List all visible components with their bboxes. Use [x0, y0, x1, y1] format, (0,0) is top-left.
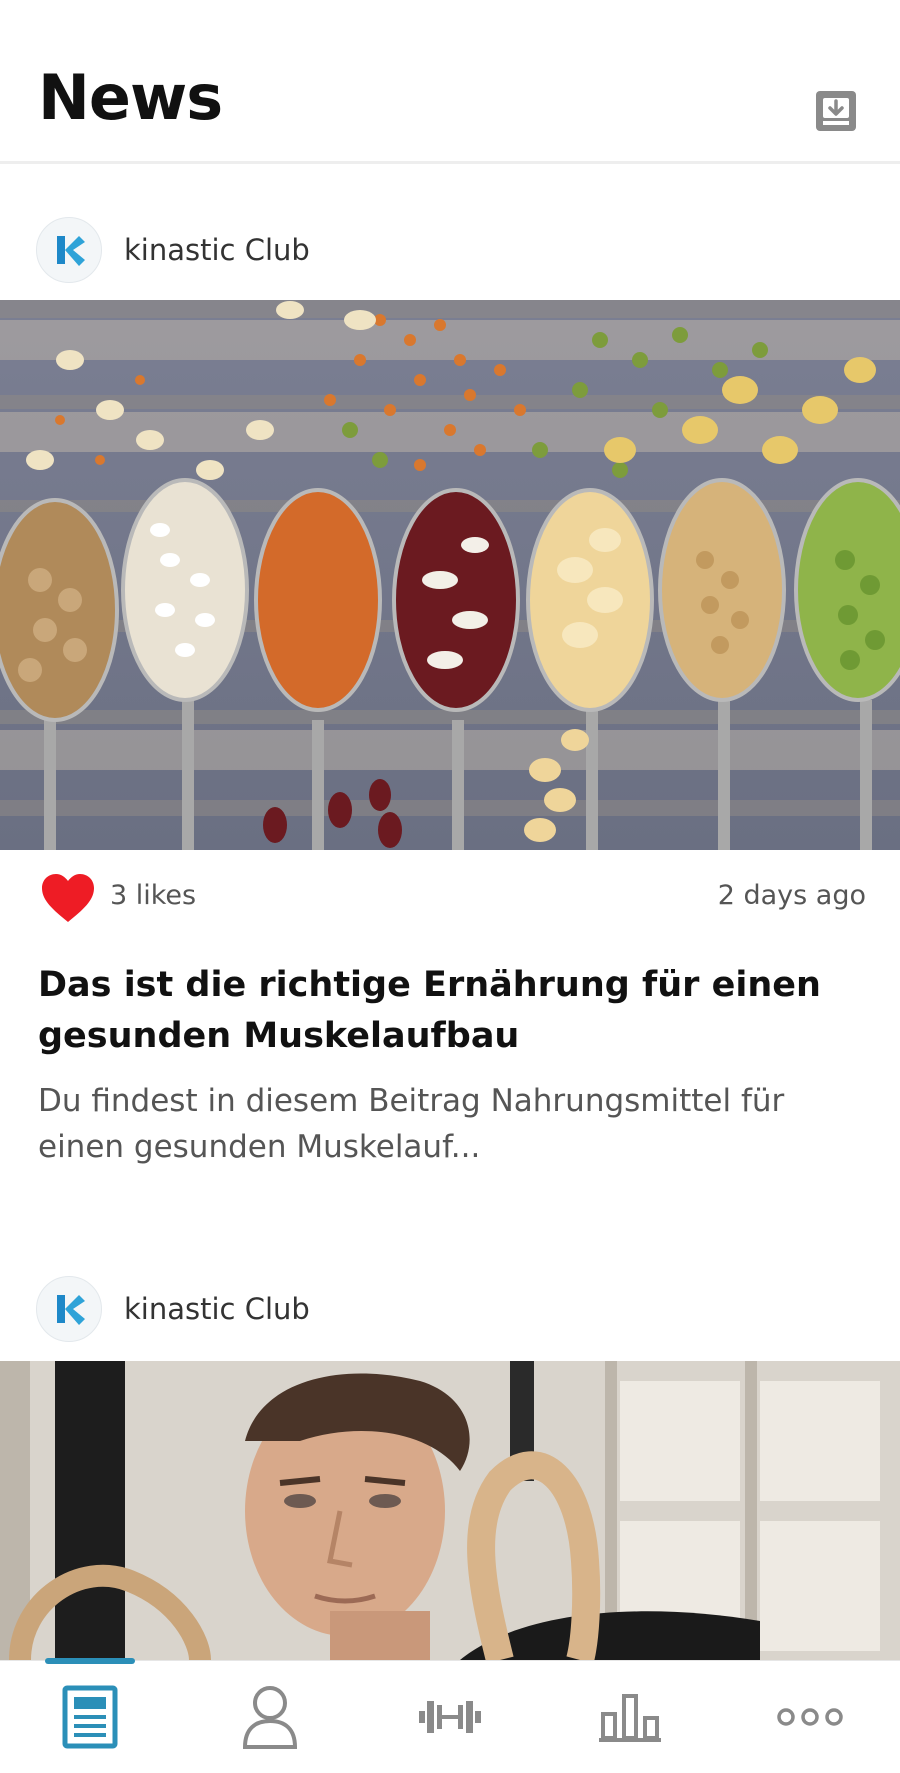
post-image-legumes[interactable] [0, 300, 900, 850]
kinastic-logo-icon [36, 217, 102, 283]
heart-icon[interactable] [40, 872, 96, 924]
profile-icon [242, 1686, 298, 1749]
page-title: News [38, 61, 223, 134]
author-name: kinastic Club [124, 233, 310, 267]
nav-tab-profile[interactable] [180, 1661, 360, 1773]
more-icon [777, 1708, 843, 1726]
likes-count: 3 likes [110, 880, 197, 911]
post-author[interactable]: kinastic Club [36, 1276, 310, 1342]
post-meta: 3 likes 2 days ago [0, 870, 900, 924]
active-indicator [45, 1658, 135, 1664]
nav-tab-news[interactable] [0, 1658, 180, 1773]
app-header: News [0, 0, 900, 164]
download-icon[interactable] [814, 89, 858, 133]
stats-icon [599, 1694, 661, 1742]
bottom-navigation [0, 1658, 900, 1773]
post-image-gym[interactable] [0, 1361, 900, 1660]
post-excerpt: Du findest in diesem Beitrag Nahrungsmit… [38, 1083, 785, 1165]
post-author[interactable]: kinastic Club [36, 217, 310, 283]
dumbbell-icon [419, 1701, 481, 1733]
nav-tab-more[interactable] [720, 1661, 900, 1773]
nav-tab-stats[interactable] [540, 1661, 720, 1773]
kinastic-logo-icon [36, 1276, 102, 1342]
author-name: kinastic Club [124, 1292, 310, 1326]
news-icon [62, 1685, 118, 1749]
post-time: 2 days ago [717, 880, 866, 911]
post-title[interactable]: Das ist die richtige Ernährung für einen… [38, 960, 868, 1062]
nav-tab-workouts[interactable] [360, 1661, 540, 1773]
